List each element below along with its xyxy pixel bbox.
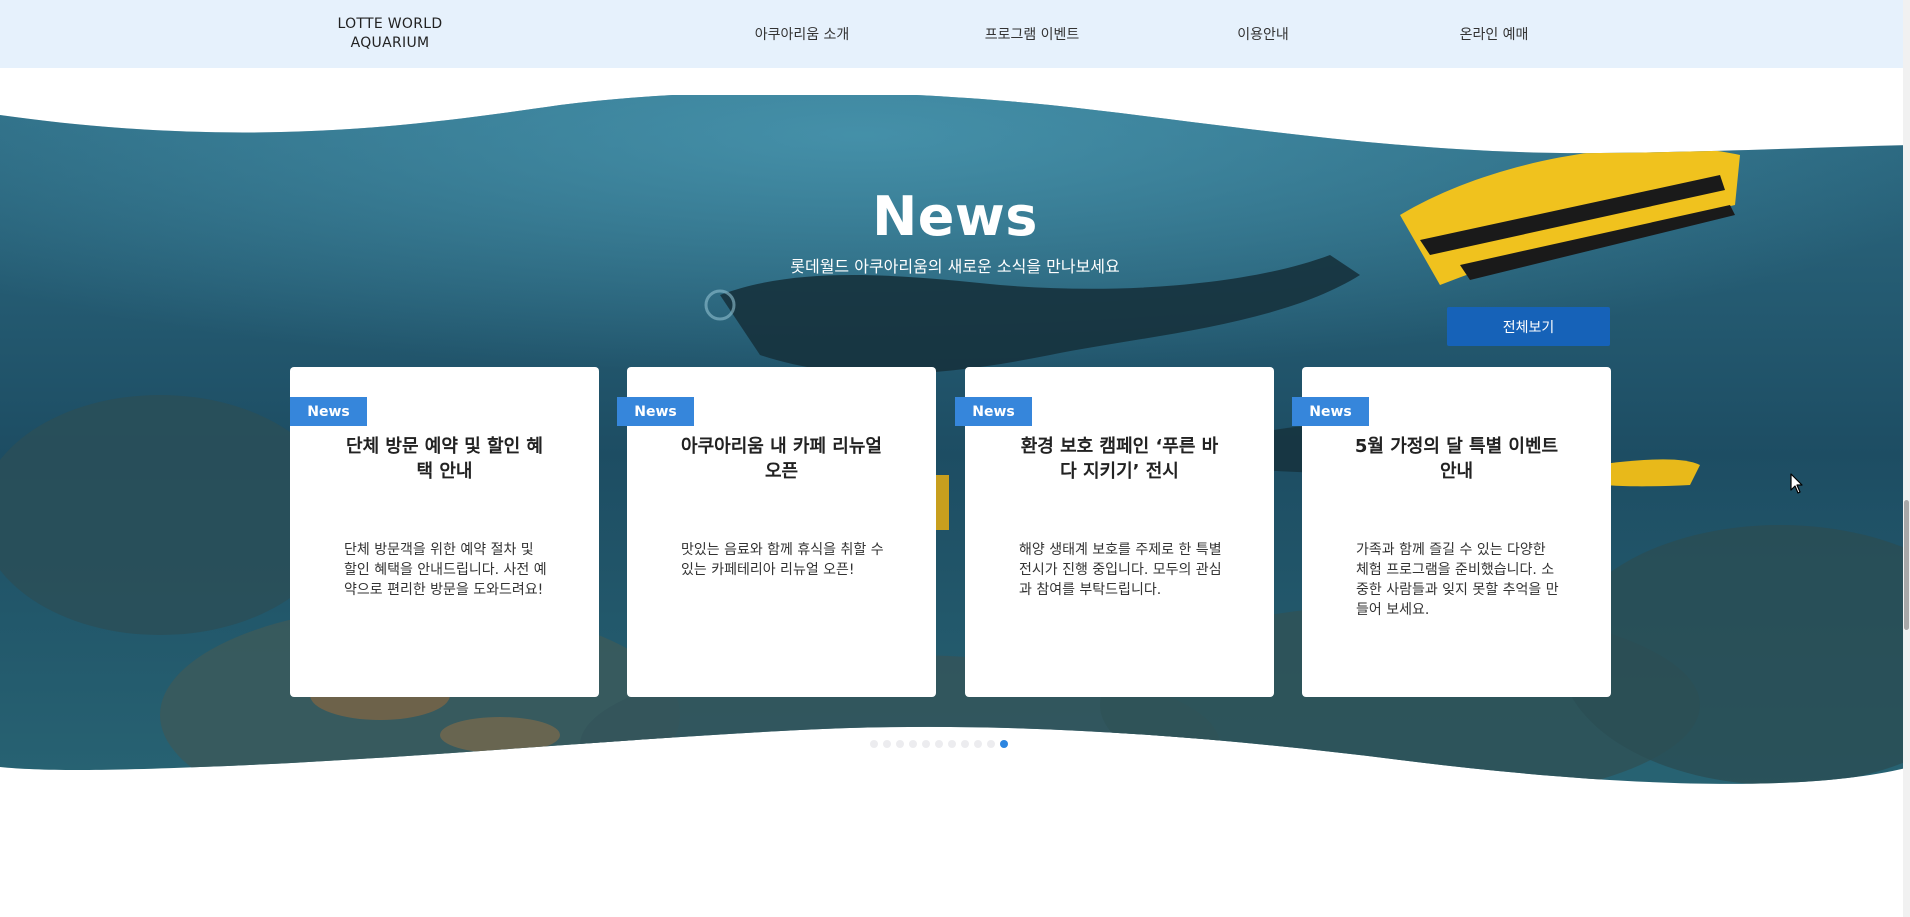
carousel-dot[interactable] bbox=[909, 740, 917, 748]
news-card-title: 아쿠아리움 내 카페 리뉴얼 오픈 bbox=[681, 436, 882, 482]
carousel-dot[interactable] bbox=[896, 740, 904, 748]
news-card-description: 해양 생태계 보호를 주제로 한 특별 전시가 진행 중입니다. 모두의 관심과… bbox=[1019, 542, 1222, 598]
news-card[interactable]: News 아쿠아리움 내 카페 리뉴얼 오픈 맛있는 음료와 함께 휴식을 취할… bbox=[617, 367, 936, 697]
news-card[interactable]: News 단체 방문 예약 및 할인 혜택 안내 단체 방문객을 위한 예약 절… bbox=[290, 367, 599, 697]
carousel-dot[interactable] bbox=[974, 740, 982, 748]
news-card-title: 5월 가정의 달 특별 이벤트 안내 bbox=[1354, 436, 1559, 482]
news-card-list: News 단체 방문 예약 및 할인 혜택 안내 단체 방문객을 위한 예약 절… bbox=[290, 367, 1611, 697]
page-scrollbar[interactable] bbox=[1903, 0, 1910, 917]
carousel-dot[interactable] bbox=[1000, 740, 1008, 748]
scrollbar-thumb[interactable] bbox=[1904, 500, 1909, 630]
carousel-pagination bbox=[870, 740, 1008, 748]
carousel-dot[interactable] bbox=[883, 740, 891, 748]
news-badge: News bbox=[1292, 397, 1369, 426]
carousel-dot[interactable] bbox=[870, 740, 878, 748]
news-card-description: 맛있는 음료와 함께 휴식을 취할 수 있는 카페테리아 리뉴얼 오픈! bbox=[681, 542, 884, 578]
news-title: News bbox=[872, 185, 1038, 248]
news-badge: News bbox=[290, 397, 367, 426]
carousel-dot[interactable] bbox=[935, 740, 943, 748]
carousel-dot[interactable] bbox=[987, 740, 995, 748]
view-all-button[interactable]: 전체보기 bbox=[1447, 307, 1610, 346]
news-section: News 롯데월드 아쿠아리움의 새로운 소식을 만나보세요 전체보기 News… bbox=[0, 95, 1910, 895]
logo-line-2: AQUARIUM bbox=[350, 35, 430, 51]
carousel-dot[interactable] bbox=[948, 740, 956, 748]
news-card-title: 환경 보호 캠페인 ‘푸른 바다 지키기’ 전시 bbox=[1020, 436, 1219, 482]
news-card-description: 가족과 함께 즐길 수 있는 다양한 체험 프로그램을 준비했습니다. 소중한 … bbox=[1356, 542, 1559, 618]
mouse-pointer-icon bbox=[1790, 473, 1803, 494]
news-card-title: 단체 방문 예약 및 할인 혜택 안내 bbox=[346, 436, 543, 482]
news-badge: News bbox=[617, 397, 694, 426]
logo-line-1: LOTTE WORLD bbox=[337, 16, 443, 32]
nav-item-program-event[interactable]: 프로그램 이벤트 bbox=[985, 24, 1080, 44]
nav-item-aquarium-intro[interactable]: 아쿠아리움 소개 bbox=[755, 24, 850, 44]
news-card[interactable]: News 5월 가정의 달 특별 이벤트 안내 가족과 함께 즐길 수 있는 다… bbox=[1292, 367, 1611, 697]
site-header: LOTTE WORLD AQUARIUM 아쿠아리움 소개 프로그램 이벤트 이… bbox=[0, 0, 1910, 68]
news-badge: News bbox=[955, 397, 1032, 426]
nav-item-guide[interactable]: 이용안내 bbox=[1237, 24, 1289, 44]
news-card[interactable]: News 환경 보호 캠페인 ‘푸른 바다 지키기’ 전시 해양 생태계 보호를… bbox=[955, 367, 1274, 697]
news-subtitle: 롯데월드 아쿠아리움의 새로운 소식을 만나보세요 bbox=[790, 257, 1120, 276]
carousel-dot[interactable] bbox=[961, 740, 969, 748]
nav-item-online-booking[interactable]: 온라인 예매 bbox=[1460, 24, 1529, 44]
carousel-dot[interactable] bbox=[922, 740, 930, 748]
news-card-description: 단체 방문객을 위한 예약 절차 및 할인 혜택을 안내드립니다. 사전 예약으… bbox=[344, 542, 547, 598]
site-logo[interactable]: LOTTE WORLD AQUARIUM bbox=[300, 15, 480, 53]
